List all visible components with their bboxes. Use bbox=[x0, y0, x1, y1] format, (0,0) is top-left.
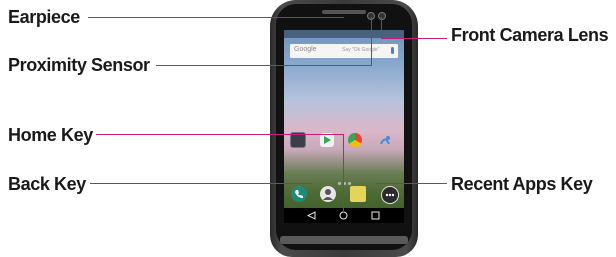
chrome-icon bbox=[348, 133, 362, 147]
callout-vline-proximity-sensor bbox=[371, 17, 372, 65]
callout-line-front-camera bbox=[381, 38, 447, 39]
search-logo: Google bbox=[294, 46, 317, 53]
label-home-key: Home Key bbox=[8, 125, 93, 145]
callout-line-earpiece bbox=[88, 17, 344, 18]
recent-apps-icon bbox=[371, 211, 380, 223]
home-icon bbox=[339, 211, 348, 223]
contacts-app-icon bbox=[320, 186, 336, 202]
label-earpiece: Earpiece bbox=[8, 7, 80, 27]
callout-vline-front-camera bbox=[381, 17, 382, 38]
label-back-key: Back Key bbox=[8, 174, 86, 194]
weather-icon bbox=[378, 133, 392, 147]
back-icon bbox=[306, 211, 316, 223]
label-recent-apps-key: Recent Apps Key bbox=[451, 174, 593, 194]
search-hint: Say "Ok Google" bbox=[342, 47, 380, 53]
phone-chin bbox=[280, 236, 408, 244]
callout-line-proximity-sensor bbox=[156, 65, 372, 66]
callout-vline-home-key bbox=[343, 134, 344, 212]
search-widget: Google Say "Ok Google" bbox=[290, 44, 398, 58]
label-proximity-sensor: Proximity Sensor bbox=[8, 55, 150, 75]
phone-screen: Google Say "Ok Google" bbox=[284, 30, 404, 223]
label-front-camera-lens: Front Camera Lens bbox=[451, 25, 609, 45]
front-camera-icon bbox=[378, 12, 386, 20]
earpiece-icon bbox=[322, 10, 366, 14]
play-store-icon bbox=[320, 133, 334, 147]
messaging-app-icon bbox=[350, 186, 366, 202]
callout-line-recent-apps-key bbox=[376, 183, 447, 184]
apps-drawer-icon bbox=[381, 186, 399, 204]
mic-icon bbox=[391, 47, 394, 54]
status-bar bbox=[284, 30, 404, 38]
phone-app-icon bbox=[291, 186, 307, 202]
callout-line-back-key bbox=[90, 183, 312, 184]
callout-line-home-key bbox=[96, 134, 344, 135]
